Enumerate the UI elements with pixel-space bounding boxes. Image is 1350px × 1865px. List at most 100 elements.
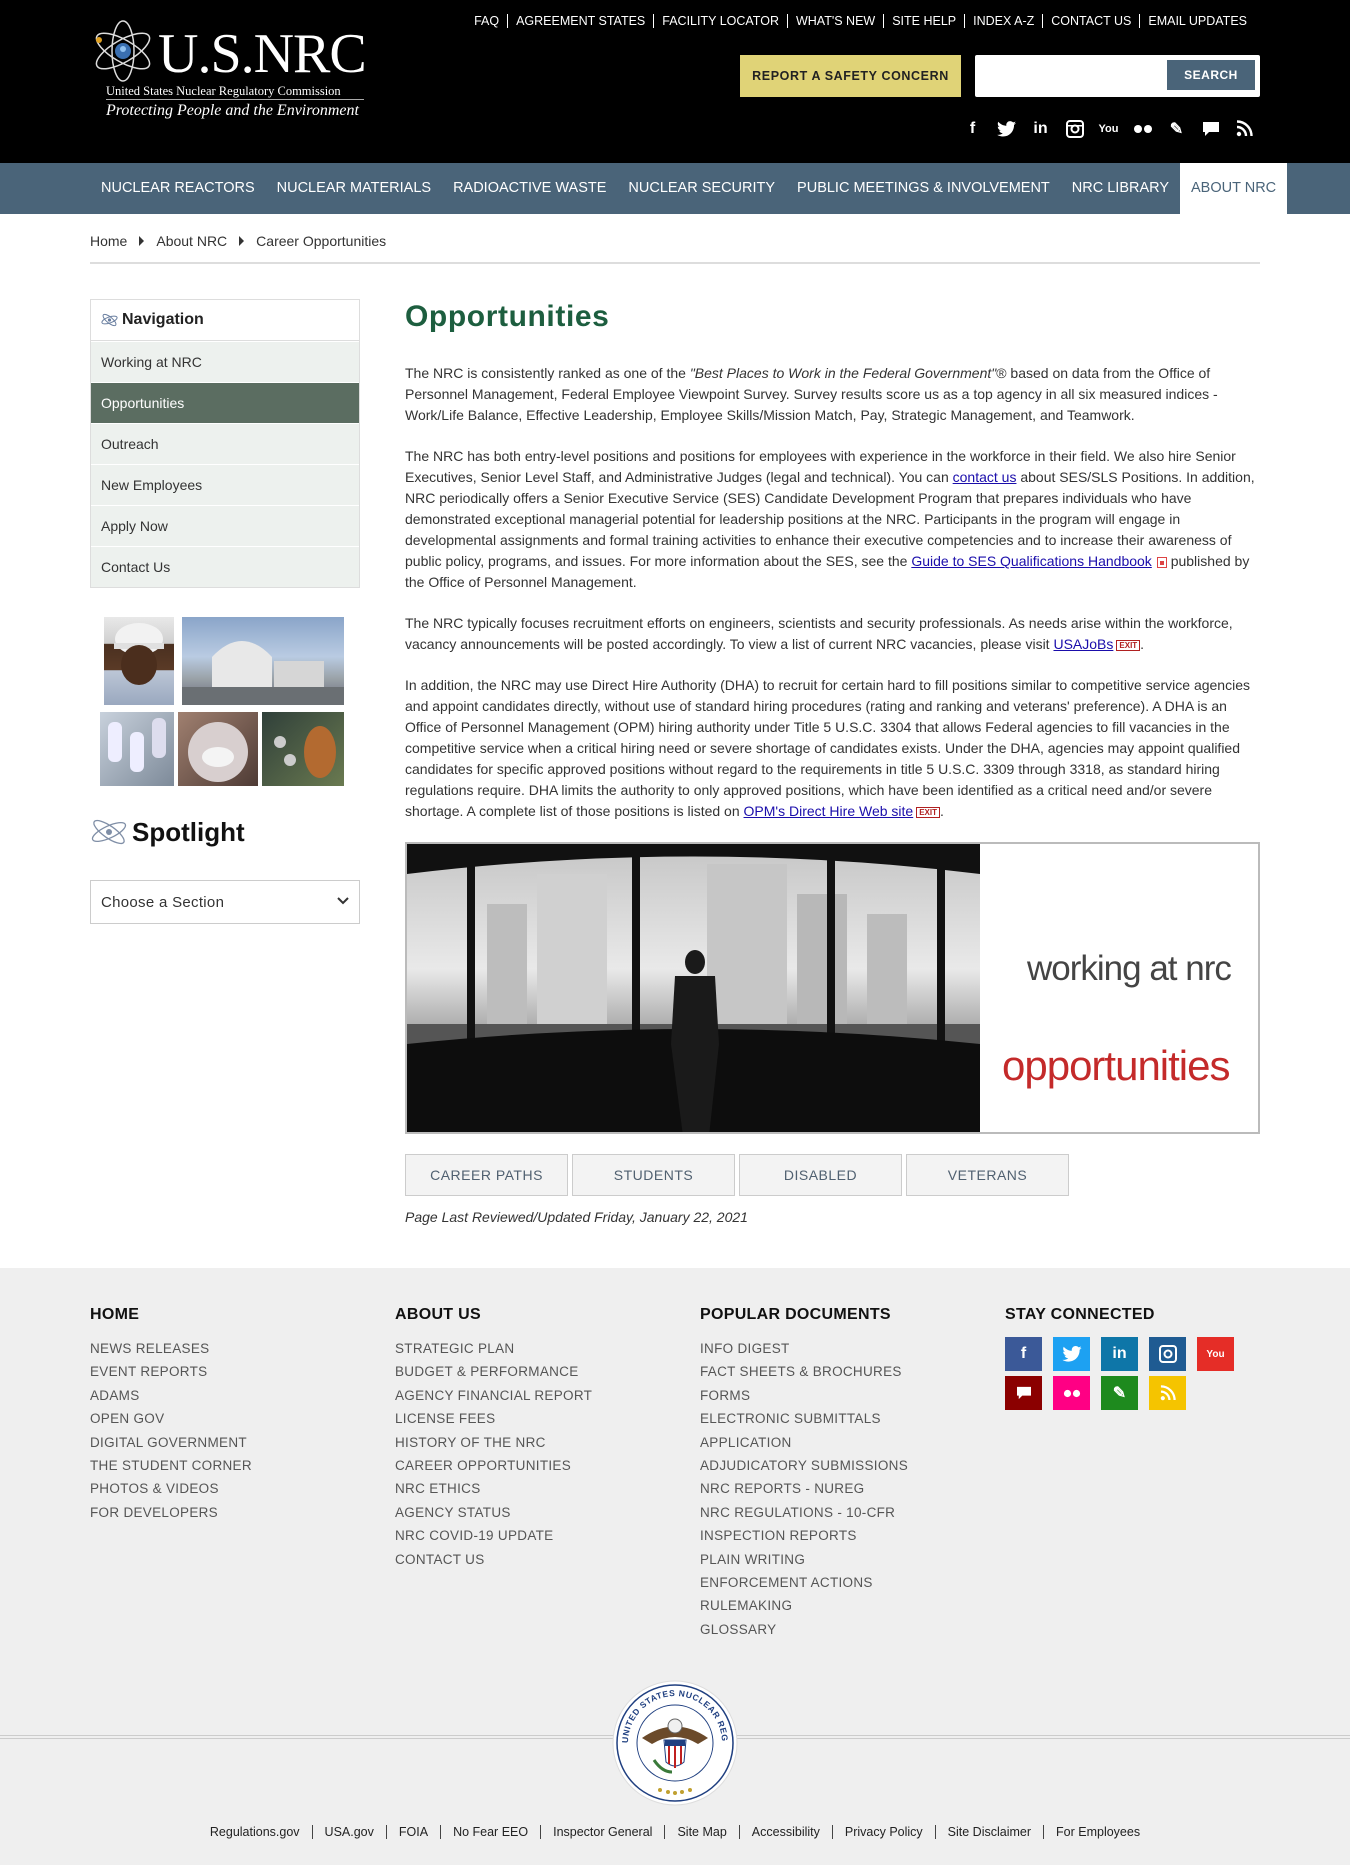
footer-link[interactable]: DIGITAL GOVERNMENT <box>90 1431 252 1454</box>
ses-handbook-link[interactable]: Guide to SES Qualifications Handbook <box>911 553 1151 569</box>
footer-link[interactable]: NEWS RELEASES <box>90 1337 252 1360</box>
footer-link[interactable]: GLOSSARY <box>700 1618 908 1641</box>
bottom-link-privacy-policy[interactable]: Privacy Policy <box>831 1825 935 1839</box>
nav-nuclear-materials[interactable]: NUCLEAR MATERIALS <box>266 163 442 214</box>
twitter-icon[interactable] <box>996 118 1017 139</box>
util-link-site-help[interactable]: SITE HELP <box>883 14 964 28</box>
util-link-contact-us[interactable]: CONTACT US <box>1042 14 1139 28</box>
footer-link[interactable]: INFO DIGEST <box>700 1337 908 1360</box>
footer-link[interactable]: NRC REPORTS - NUREG <box>700 1477 908 1500</box>
footer-link[interactable]: HISTORY OF THE NRC <box>395 1431 592 1454</box>
util-link-faq[interactable]: FAQ <box>466 14 507 28</box>
nav-radioactive-waste[interactable]: RADIOACTIVE WASTE <box>442 163 617 214</box>
tab-career-paths[interactable]: CAREER PATHS <box>405 1154 568 1196</box>
linkedin-icon[interactable]: in <box>1101 1337 1138 1371</box>
youtube-icon[interactable]: You <box>1098 118 1119 139</box>
footer-link[interactable]: NRC ETHICS <box>395 1477 592 1500</box>
nav-about-nrc[interactable]: ABOUT NRC <box>1180 163 1288 214</box>
footer-link[interactable]: APPLICATION <box>700 1431 908 1454</box>
bottom-link-accessibility[interactable]: Accessibility <box>738 1825 832 1839</box>
util-link-facility-locator[interactable]: FACILITY LOCATOR <box>653 14 787 28</box>
util-link-agreement-states[interactable]: AGREEMENT STATES <box>507 14 653 28</box>
footer-link[interactable]: PLAIN WRITING <box>700 1548 908 1571</box>
footer-link[interactable]: RULEMAKING <box>700 1594 908 1617</box>
footer-link[interactable]: THE STUDENT CORNER <box>90 1454 252 1477</box>
footer-link[interactable]: FACT SHEETS & BROCHURES <box>700 1360 908 1383</box>
bottom-link-for-employees[interactable]: For Employees <box>1043 1825 1152 1839</box>
nav-nrc-library[interactable]: NRC LIBRARY <box>1061 163 1180 214</box>
tab-veterans[interactable]: VETERANS <box>906 1154 1069 1196</box>
report-safety-concern-button[interactable]: REPORT A SAFETY CONCERN <box>740 55 961 97</box>
tab-disabled[interactable]: DISABLED <box>739 1154 902 1196</box>
footer-heading[interactable]: ABOUT US <box>395 1306 592 1324</box>
instagram-icon[interactable] <box>1149 1337 1186 1371</box>
footer-link[interactable]: NRC COVID-19 UPDATE <box>395 1524 592 1547</box>
sidebar-item-contact-us[interactable]: Contact Us <box>91 546 359 587</box>
footer-link[interactable]: ENFORCEMENT ACTIONS <box>700 1571 908 1594</box>
sidebar-item-new-employees[interactable]: New Employees <box>91 464 359 505</box>
nrc-logo[interactable]: U.S.NRC United States Nuclear Regulatory… <box>90 18 370 126</box>
contact-us-link[interactable]: contact us <box>953 469 1017 485</box>
footer-link[interactable]: AGENCY STATUS <box>395 1501 592 1524</box>
footer-link[interactable]: CONTACT US <box>395 1548 592 1571</box>
breadcrumb-home[interactable]: Home <box>90 233 127 249</box>
breadcrumb-about-nrc[interactable]: About NRC <box>156 233 227 249</box>
flickr-icon[interactable] <box>1132 118 1153 139</box>
facebook-icon[interactable]: f <box>962 118 983 139</box>
bottom-link-regulations-gov[interactable]: Regulations.gov <box>198 1825 312 1839</box>
util-link-index[interactable]: INDEX A-Z <box>964 14 1042 28</box>
blog-pencil-icon[interactable]: ✎ <box>1101 1376 1138 1410</box>
footer-link[interactable]: OPEN GOV <box>90 1407 252 1430</box>
footer-link[interactable]: INSPECTION REPORTS <box>700 1524 908 1547</box>
linkedin-icon[interactable]: in <box>1030 118 1051 139</box>
flickr-icon[interactable] <box>1053 1376 1090 1410</box>
footer-link[interactable]: NRC REGULATIONS - 10-CFR <box>700 1501 908 1524</box>
footer-link[interactable]: STRATEGIC PLAN <box>395 1337 592 1360</box>
search-button[interactable]: SEARCH <box>1167 60 1255 90</box>
choose-section-select[interactable]: Choose a Section <box>90 880 360 924</box>
footer-link[interactable]: ADJUDICATORY SUBMISSIONS <box>700 1454 908 1477</box>
bottom-link-site-map[interactable]: Site Map <box>664 1825 738 1839</box>
comment-icon[interactable] <box>1005 1376 1042 1410</box>
usajobs-link[interactable]: USAJoBs <box>1053 636 1113 652</box>
footer-link[interactable]: LICENSE FEES <box>395 1407 592 1430</box>
sidebar-item-working-at-nrc[interactable]: Working at NRC <box>91 341 359 382</box>
twitter-icon[interactable] <box>1053 1337 1090 1371</box>
nav-nuclear-security[interactable]: NUCLEAR SECURITY <box>617 163 786 214</box>
bottom-link-usa-gov[interactable]: USA.gov <box>311 1825 386 1839</box>
footer-link[interactable]: FOR DEVELOPERS <box>90 1501 252 1524</box>
sidebar-item-apply-now[interactable]: Apply Now <box>91 505 359 546</box>
sidebar-item-outreach[interactable]: Outreach <box>91 423 359 464</box>
footer-link[interactable]: FORMS <box>700 1384 908 1407</box>
blog-pencil-icon[interactable]: ✎ <box>1166 118 1187 139</box>
footer-link[interactable]: PHOTOS & VIDEOS <box>90 1477 252 1500</box>
footer-link[interactable]: AGENCY FINANCIAL REPORT <box>395 1384 592 1407</box>
rss-icon[interactable] <box>1149 1376 1186 1410</box>
footer-col-home: HOME NEWS RELEASES EVENT REPORTS ADAMS O… <box>90 1306 252 1524</box>
footer-link[interactable]: EVENT REPORTS <box>90 1360 252 1383</box>
youtube-icon[interactable]: You <box>1197 1337 1234 1371</box>
instagram-icon[interactable] <box>1064 118 1085 139</box>
search-input[interactable] <box>981 61 1171 91</box>
footer-link[interactable]: ADAMS <box>90 1384 252 1407</box>
tab-students[interactable]: STUDENTS <box>572 1154 735 1196</box>
bottom-link-site-disclaimer[interactable]: Site Disclaimer <box>934 1825 1043 1839</box>
util-link-whats-new[interactable]: WHAT'S NEW <box>786 14 883 28</box>
footer-link[interactable]: BUDGET & PERFORMANCE <box>395 1360 592 1383</box>
rss-icon[interactable] <box>1234 118 1255 139</box>
footer-link[interactable]: CAREER OPPORTUNITIES <box>395 1454 592 1477</box>
footer-link[interactable]: ELECTRONIC SUBMITTALS <box>700 1407 908 1430</box>
bottom-link-inspector-general[interactable]: Inspector General <box>540 1825 664 1839</box>
opm-direct-hire-link[interactable]: OPM's Direct Hire Web site <box>744 803 914 819</box>
nav-nuclear-reactors[interactable]: NUCLEAR REACTORS <box>90 163 266 214</box>
util-link-email-updates[interactable]: EMAIL UPDATES <box>1139 14 1255 28</box>
footer-heading[interactable]: HOME <box>90 1306 252 1324</box>
nav-public-meetings[interactable]: PUBLIC MEETINGS & INVOLVEMENT <box>786 163 1061 214</box>
comment-icon[interactable] <box>1200 118 1221 139</box>
bottom-link-foia[interactable]: FOIA <box>385 1825 440 1839</box>
pdf-icon <box>1156 556 1167 568</box>
header-social-icons: f in You ✎ <box>962 118 1255 139</box>
sidebar-item-opportunities[interactable]: Opportunities <box>91 382 359 423</box>
facebook-icon[interactable]: f <box>1005 1337 1042 1371</box>
bottom-link-no-fear-eeo[interactable]: No Fear EEO <box>440 1825 540 1839</box>
